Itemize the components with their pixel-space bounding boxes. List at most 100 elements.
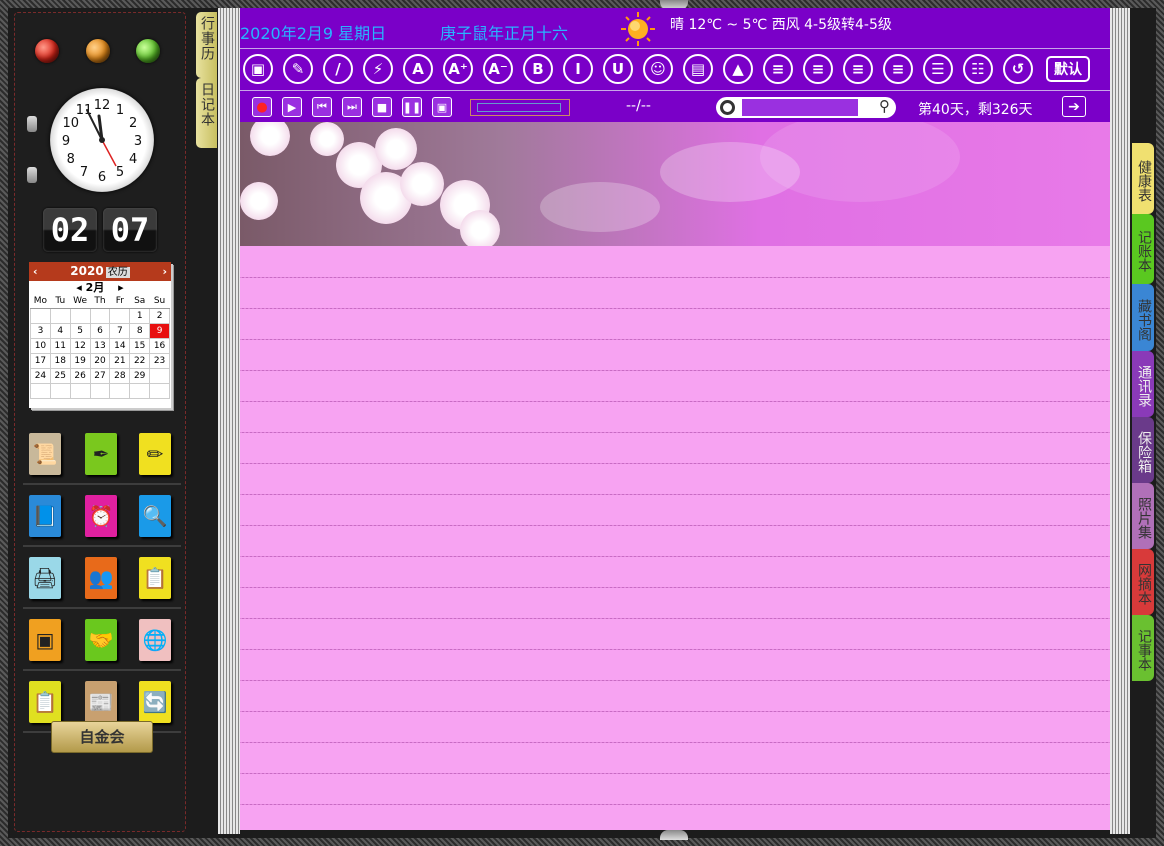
calendar-day[interactable]: 8 bbox=[129, 322, 151, 339]
prev-year-button[interactable]: ‹ bbox=[33, 262, 38, 281]
close-light-button[interactable] bbox=[35, 39, 59, 63]
calendar-day[interactable]: 22 bbox=[129, 352, 151, 369]
insert-image-button[interactable]: ▲ bbox=[723, 54, 753, 84]
default-style-button[interactable]: 默认 bbox=[1046, 56, 1090, 82]
calendar-day[interactable]: 4 bbox=[49, 322, 71, 339]
search-tool-icon[interactable]: 🔍 bbox=[139, 495, 171, 537]
stationery-tool-icon[interactable]: ✏ bbox=[139, 433, 171, 475]
stop-button[interactable]: ■ bbox=[372, 97, 392, 117]
insert-doc-button[interactable]: ▤ bbox=[683, 54, 713, 84]
toggle-switch-bottom[interactable] bbox=[27, 167, 37, 183]
people-tool-icon[interactable]: 👥 bbox=[85, 557, 117, 599]
clipboard-tool-icon[interactable]: 📋 bbox=[29, 681, 61, 723]
calendar-day[interactable]: 10 bbox=[30, 337, 51, 354]
search-icon[interactable]: ⚲ bbox=[879, 97, 890, 115]
align-right-button[interactable]: ≡ bbox=[843, 54, 873, 84]
calendar-day[interactable]: 28 bbox=[109, 367, 131, 384]
calendar-day[interactable]: 1 bbox=[129, 307, 151, 324]
alarm-tool-icon[interactable]: ⏰ bbox=[85, 495, 117, 537]
toggle-switch-top[interactable] bbox=[27, 116, 37, 132]
minimize-light-button[interactable] bbox=[86, 39, 110, 63]
scroll-tool-icon[interactable]: 📜 bbox=[29, 433, 61, 475]
calendar-day[interactable]: 19 bbox=[69, 352, 91, 369]
next-track-button[interactable]: ⏭ bbox=[342, 97, 362, 117]
record-button[interactable]: ● bbox=[252, 97, 272, 117]
lunar-toggle-button[interactable]: 农历 bbox=[105, 267, 130, 278]
search-scope-icon[interactable] bbox=[720, 100, 735, 115]
calendar-day[interactable]: 14 bbox=[109, 337, 131, 354]
calendar-day[interactable]: 7 bbox=[109, 322, 131, 339]
list-button[interactable]: ☷ bbox=[963, 54, 993, 84]
next-month-button[interactable]: ▸ bbox=[118, 281, 124, 294]
calendar-day[interactable]: 29 bbox=[129, 367, 151, 384]
next-page-button[interactable]: ➔ bbox=[1062, 96, 1086, 117]
tab-web-clips[interactable]: 网摘本 bbox=[1132, 549, 1154, 615]
tab-safe[interactable]: 保险箱 bbox=[1132, 417, 1154, 483]
pen-button[interactable]: / bbox=[323, 54, 353, 84]
tab-photos[interactable]: 照片集 bbox=[1132, 483, 1154, 549]
font-color-button[interactable]: A bbox=[403, 54, 433, 84]
align-center-button[interactable]: ≡ bbox=[803, 54, 833, 84]
calendar-day[interactable]: 16 bbox=[149, 337, 170, 354]
tab-notes[interactable]: 记事本 bbox=[1132, 615, 1154, 681]
globe-tool-icon[interactable]: 🌐 bbox=[139, 619, 171, 661]
font-increase-button[interactable]: A⁺ bbox=[443, 54, 473, 84]
align-justify-button[interactable]: ≡ bbox=[883, 54, 913, 84]
save-audio-button[interactable]: ▣ bbox=[432, 97, 452, 117]
tab-library[interactable]: 藏书阁 bbox=[1132, 284, 1154, 351]
printer-tool-icon[interactable]: 🖨 bbox=[29, 557, 61, 599]
calendar-day[interactable]: 23 bbox=[149, 352, 170, 369]
calendar-day[interactable]: 3 bbox=[30, 322, 51, 339]
underline-button[interactable]: U bbox=[603, 54, 633, 84]
calendar-day[interactable]: 5 bbox=[69, 322, 91, 339]
calendar-day[interactable]: 15 bbox=[129, 337, 151, 354]
tool-row-2: 📘 ⏰ 🔍 bbox=[23, 485, 181, 547]
frame-tool-icon[interactable]: ▣ bbox=[29, 619, 61, 661]
notes-tool-icon[interactable]: 📋 bbox=[139, 557, 171, 599]
notebook-tool-icon[interactable]: 📘 bbox=[29, 495, 61, 537]
calendar-day[interactable]: 13 bbox=[89, 337, 111, 354]
tab-contacts[interactable]: 通讯录 bbox=[1132, 351, 1154, 417]
tab-diary[interactable]: 日记本 bbox=[196, 78, 217, 148]
eraser-button[interactable]: ✎ bbox=[283, 54, 313, 84]
calendar-day[interactable]: 6 bbox=[89, 322, 111, 339]
calendar-day[interactable]: 17 bbox=[30, 352, 51, 369]
calendar-day[interactable]: 2 bbox=[149, 307, 170, 324]
strike-pen-button[interactable]: ⚡ bbox=[363, 54, 393, 84]
calendar-day[interactable]: 20 bbox=[89, 352, 111, 369]
calendar-day[interactable]: 18 bbox=[49, 352, 71, 369]
bold-button[interactable]: B bbox=[523, 54, 553, 84]
font-decrease-button[interactable]: A⁻ bbox=[483, 54, 513, 84]
calendar-day[interactable]: 25 bbox=[49, 367, 71, 384]
calendar-day[interactable]: 26 bbox=[69, 367, 91, 384]
pen-tool-icon[interactable]: ✒ bbox=[85, 433, 117, 475]
calendar-day[interactable]: 24 bbox=[30, 367, 51, 384]
align-left-button[interactable]: ≡ bbox=[763, 54, 793, 84]
save-button[interactable]: ▣ bbox=[243, 54, 273, 84]
pause-button[interactable]: ❚❚ bbox=[402, 97, 422, 117]
undo-button[interactable]: ↺ bbox=[1003, 54, 1033, 84]
newspaper-tool-icon[interactable]: 📰 bbox=[85, 681, 117, 723]
calendar-day[interactable]: 9 bbox=[149, 322, 170, 339]
tab-accounts[interactable]: 记账本 bbox=[1132, 214, 1154, 284]
play-button[interactable]: ▶ bbox=[282, 97, 302, 117]
calendar-day[interactable]: 12 bbox=[69, 337, 91, 354]
tab-health[interactable]: 健康表 bbox=[1132, 143, 1154, 214]
next-year-button[interactable]: › bbox=[162, 262, 167, 281]
audio-progress-bar[interactable] bbox=[470, 99, 570, 116]
sync-tool-icon[interactable]: 🔄 bbox=[139, 681, 171, 723]
diary-writing-area[interactable] bbox=[240, 247, 1110, 830]
calendar-day[interactable]: 27 bbox=[89, 367, 111, 384]
tab-schedule[interactable]: 行事历 bbox=[196, 12, 217, 78]
calendar-weekday: We bbox=[70, 295, 91, 309]
italic-button[interactable]: I bbox=[563, 54, 593, 84]
previous-button[interactable]: ⏮ bbox=[312, 97, 332, 117]
prev-month-button[interactable]: ◂ bbox=[76, 281, 82, 294]
calendar-day[interactable]: 21 bbox=[109, 352, 131, 369]
calendar-day[interactable]: 11 bbox=[49, 337, 71, 354]
handshake-tool-icon[interactable]: 🤝 bbox=[85, 619, 117, 661]
search-input[interactable] bbox=[742, 99, 858, 116]
maximize-light-button[interactable] bbox=[136, 39, 160, 63]
line-spacing-button[interactable]: ☰ bbox=[923, 54, 953, 84]
emoji-button[interactable]: ☺ bbox=[643, 54, 673, 84]
